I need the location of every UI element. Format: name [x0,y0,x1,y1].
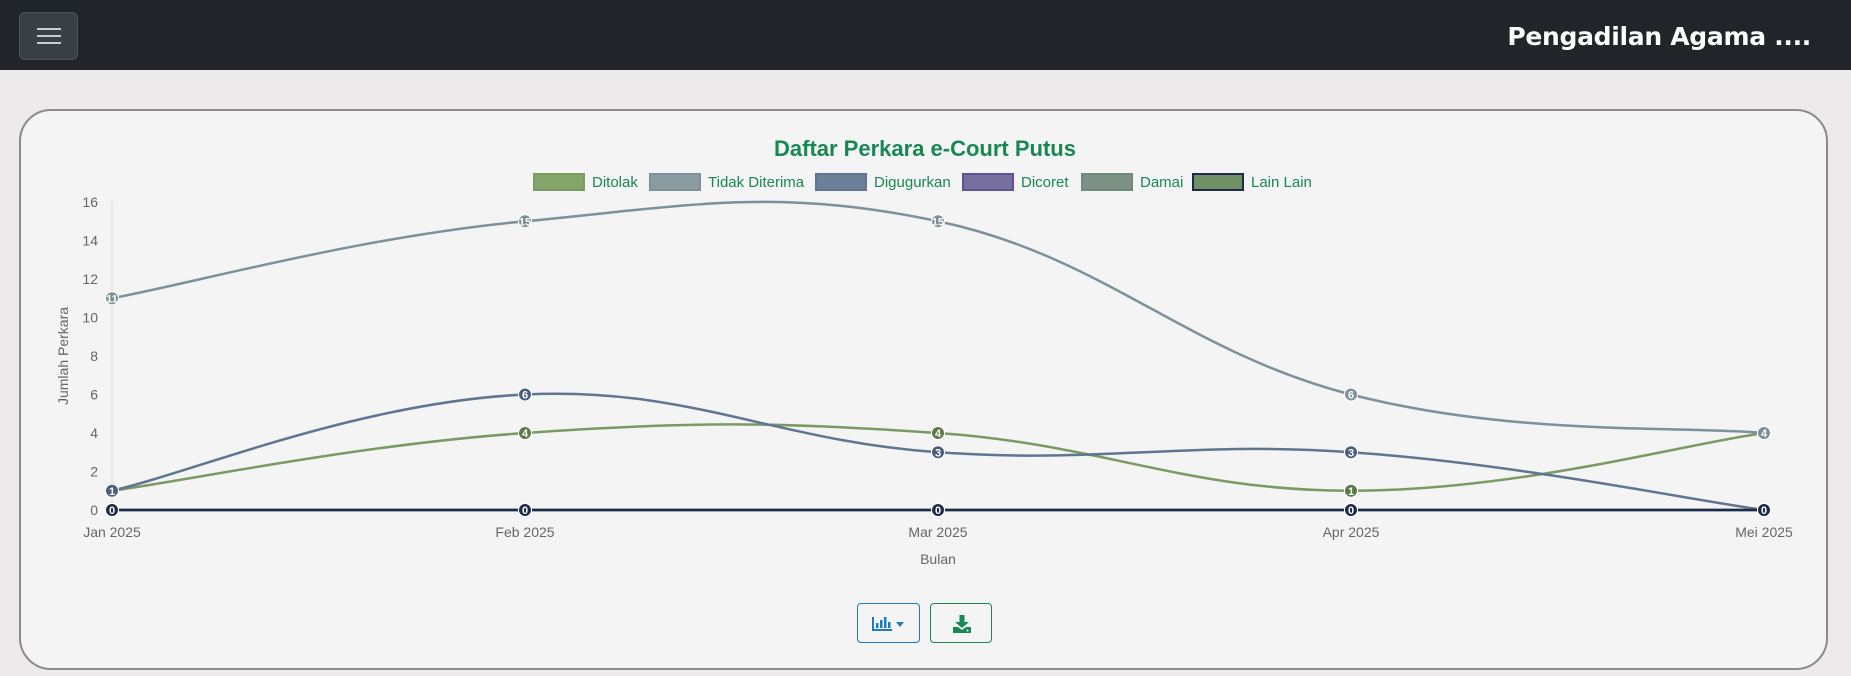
x-axis-title: Bulan [920,551,956,567]
data-label: 3 [1348,447,1354,459]
legend-swatch [1081,173,1133,191]
y-tick-label: 4 [90,425,98,441]
legend-label: Digugurkan [874,174,951,191]
legend-item: Digugurkan [815,173,951,191]
data-label: 15 [519,216,531,228]
line-chart: Daftar Perkara e-Court Putus Ditolak Tidak… [55,136,1793,567]
caret-down-icon [896,622,904,627]
legend-swatch [649,173,701,191]
legend-swatch [533,173,585,191]
series-line [111,200,1765,435]
legend-item: Lain Lain [1192,173,1312,191]
data-label: 4 [1761,428,1768,440]
data-label: 6 [1348,390,1354,402]
data-label: 6 [522,390,528,402]
legend-label: Dicoret [1021,174,1069,191]
legend-label: Tidak Diterima [708,174,805,191]
y-tick-label: 6 [90,387,98,403]
data-label: 4 [522,428,529,440]
data-label: 0 [1761,505,1767,517]
legend-swatch [815,173,867,191]
data-label: 1 [1348,486,1354,498]
y-tick-label: 14 [82,233,98,249]
legend-item: Dicoret [962,173,1069,191]
data-label: 0 [109,505,115,517]
chart-type-button[interactable] [857,603,920,643]
legend-swatch [1192,173,1244,191]
y-tick-label: 2 [90,464,98,480]
chart-title: Daftar Perkara e-Court Putus [774,136,1076,161]
data-label: 11 [106,293,118,305]
y-axis-title: Jumlah Perkara [55,307,71,405]
legend-item: Ditolak [533,173,638,191]
download-button[interactable] [930,603,992,643]
y-tick-label: 12 [82,271,98,287]
bar-chart-icon [872,617,904,631]
data-label: 0 [522,505,528,517]
data-label: 4 [935,428,942,440]
data-label: 15 [932,216,944,228]
x-tick-label: Feb 2025 [495,524,554,540]
legend-swatch [962,173,1014,191]
data-label: 0 [1348,505,1354,517]
y-tick-label: 10 [82,310,98,326]
y-tick-label: 8 [90,348,98,364]
x-tick-label: Apr 2025 [1323,524,1380,540]
data-label: 3 [935,447,941,459]
legend-item: Tidak Diterima [649,173,805,191]
legend-item: Damai [1081,173,1183,191]
x-tick-label: Mar 2025 [908,524,967,540]
legend-label: Lain Lain [1251,174,1312,191]
legend-label: Damai [1140,174,1183,191]
y-tick-label: 0 [90,502,98,518]
data-label: 0 [935,505,941,517]
x-tick-label: Mei 2025 [1735,524,1793,540]
y-tick-label: 16 [82,194,98,210]
x-tick-label: Jan 2025 [83,524,141,540]
data-label: 1 [109,486,115,498]
legend-label: Ditolak [592,174,638,191]
download-icon [953,615,971,633]
